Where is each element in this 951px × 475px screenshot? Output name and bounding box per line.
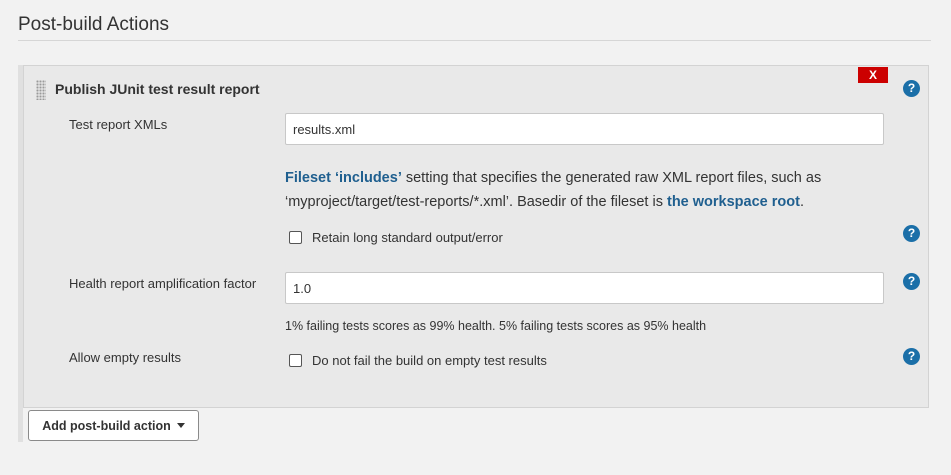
allow-empty-checkbox[interactable] bbox=[289, 354, 302, 367]
workspace-root-link[interactable]: the workspace root bbox=[667, 194, 800, 210]
retain-output-label[interactable]: Retain long standard output/error bbox=[312, 230, 503, 245]
allow-empty-checkbox-label[interactable]: Do not fail the build on empty test resu… bbox=[312, 353, 547, 368]
test-report-xmls-label: Test report XMLs bbox=[69, 117, 168, 132]
delete-step-button[interactable]: X bbox=[858, 67, 888, 83]
retain-output-row: Retain long standard output/error bbox=[289, 230, 503, 245]
health-factor-hint: 1% failing tests scores as 99% health. 5… bbox=[285, 319, 707, 333]
retain-output-checkbox[interactable] bbox=[289, 231, 302, 244]
health-factor-help-icon[interactable]: ? bbox=[903, 273, 920, 290]
add-post-build-action-label: Add post-build action bbox=[42, 418, 171, 433]
test-report-xmls-input[interactable] bbox=[285, 113, 884, 145]
help-icon[interactable]: ? bbox=[903, 80, 920, 97]
add-post-build-action-button[interactable]: Add post-build action bbox=[28, 410, 199, 441]
allow-empty-help-icon[interactable]: ? bbox=[903, 348, 920, 365]
section-title: Post-build Actions bbox=[18, 14, 170, 35]
dropdown-caret-icon bbox=[176, 423, 185, 428]
health-factor-input[interactable] bbox=[285, 272, 884, 304]
allow-empty-row: Do not fail the build on empty test resu… bbox=[289, 353, 547, 368]
health-factor-label: Health report amplification factor bbox=[69, 276, 257, 291]
publisher-title: Publish JUnit test result report bbox=[55, 81, 260, 97]
description-end: . bbox=[799, 194, 804, 210]
drag-handle-icon[interactable] bbox=[36, 80, 46, 100]
allow-empty-label: Allow empty results bbox=[69, 350, 181, 365]
fileset-includes-link[interactable]: Fileset ‘includes’ bbox=[285, 170, 402, 186]
test-report-xmls-description: Fileset ‘includes’ setting that specifie… bbox=[285, 166, 885, 214]
retain-output-help-icon[interactable]: ? bbox=[903, 225, 920, 242]
section-divider bbox=[18, 40, 931, 41]
